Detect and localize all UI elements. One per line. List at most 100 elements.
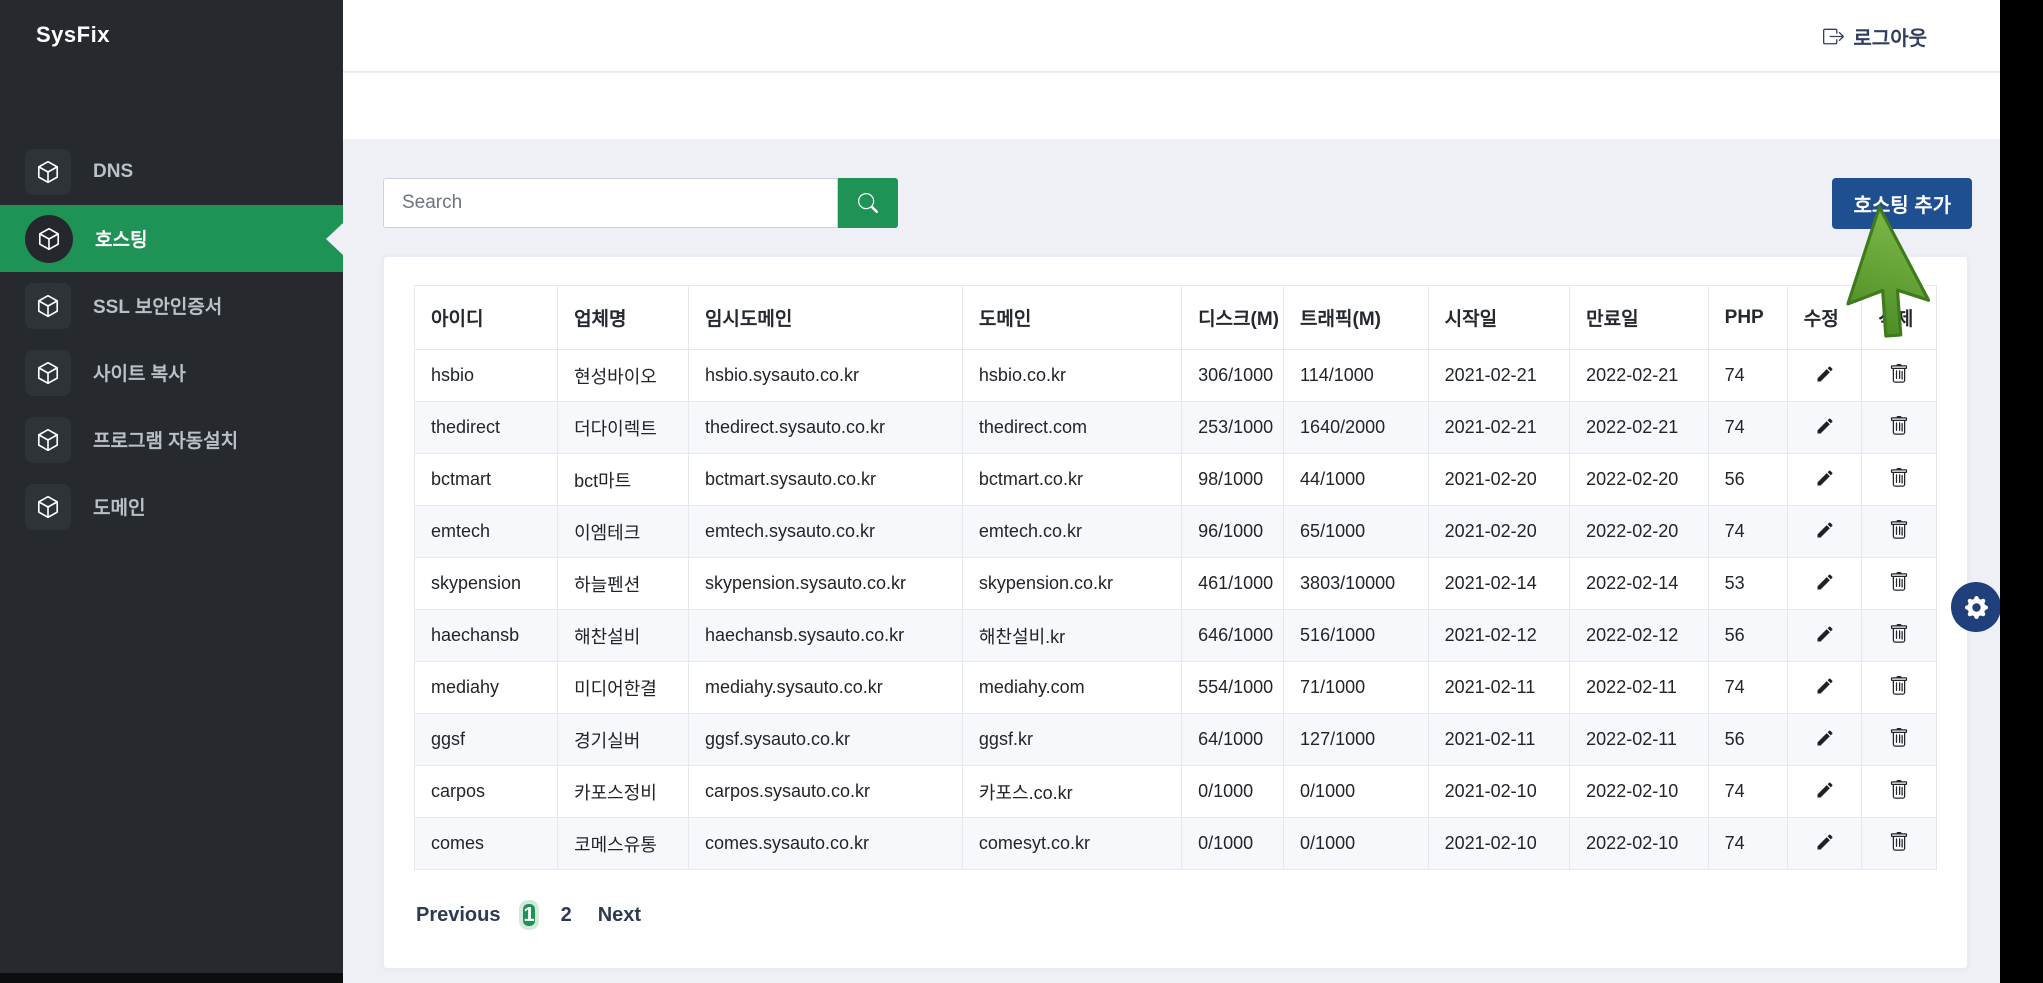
edit-button[interactable]: [1813, 830, 1837, 854]
trash-icon: [1889, 624, 1909, 644]
table-cell: mediahy.sysauto.co.kr: [688, 662, 962, 714]
delete-button[interactable]: [1887, 622, 1911, 646]
sidebar-item-domain[interactable]: 도메인: [0, 473, 343, 540]
table-cell: 해찬설비.kr: [962, 610, 1181, 662]
table-cell: 2021-02-20: [1428, 454, 1570, 506]
logout-button[interactable]: 로그아웃: [1823, 0, 1927, 72]
edit-button[interactable]: [1813, 414, 1837, 438]
table-cell: 74: [1708, 766, 1787, 818]
edit-button-cell: [1787, 818, 1862, 870]
sidebar-item-label: 사이트 복사: [93, 359, 186, 386]
settings-fab[interactable]: [1951, 582, 2001, 632]
table-cell: 306/1000: [1182, 350, 1284, 402]
delete-button[interactable]: [1887, 778, 1911, 802]
edit-button-cell: [1787, 610, 1862, 662]
sidebar-item-hosting[interactable]: 호스팅: [0, 205, 343, 272]
pagination-page-1[interactable]: 1: [523, 904, 534, 926]
sidebar-item-site-copy[interactable]: 사이트 복사: [0, 339, 343, 406]
table-cell: 더다이렉트: [558, 402, 689, 454]
delete-button-cell: [1862, 454, 1937, 506]
table-cell: ggsf.sysauto.co.kr: [688, 714, 962, 766]
sidebar-item-label: 호스팅: [95, 225, 147, 252]
table-cell: hsbio: [415, 350, 558, 402]
column-header: 만료일: [1570, 286, 1709, 350]
column-header: 시작일: [1428, 286, 1570, 350]
table-row: haechansb해찬설비haechansb.sysauto.co.kr해찬설비…: [415, 610, 1937, 662]
delete-button[interactable]: [1887, 830, 1911, 854]
table-cell: 2022-02-10: [1570, 818, 1709, 870]
table-cell: 2022-02-20: [1570, 506, 1709, 558]
trash-icon: [1889, 364, 1909, 384]
table-row: carpos카포스정비carpos.sysauto.co.kr카포스.co.kr…: [415, 766, 1937, 818]
logout-icon: [1823, 26, 1844, 47]
table-cell: 1640/2000: [1284, 402, 1429, 454]
trash-icon: [1889, 780, 1909, 800]
pencil-icon: [1815, 676, 1835, 696]
table-cell: 56: [1708, 610, 1787, 662]
delete-button[interactable]: [1887, 518, 1911, 542]
table-cell: comes: [415, 818, 558, 870]
table-cell: 2022-02-12: [1570, 610, 1709, 662]
pencil-icon: [1815, 416, 1835, 436]
table-cell: 카포스.co.kr: [962, 766, 1181, 818]
column-header: 디스크(M): [1182, 286, 1284, 350]
app-window: SysFix DNS 호스팅 SSL 보안인증서 사이트 복사 프로그램 자동설…: [0, 0, 2043, 983]
table-cell: 2022-02-11: [1570, 662, 1709, 714]
edit-button[interactable]: [1813, 362, 1837, 386]
pagination-previous[interactable]: Previous: [416, 904, 500, 927]
table-cell: 2021-02-11: [1428, 714, 1570, 766]
table-cell: 53: [1708, 558, 1787, 610]
trash-icon: [1889, 572, 1909, 592]
delete-button[interactable]: [1887, 362, 1911, 386]
sidebar: SysFix DNS 호스팅 SSL 보안인증서 사이트 복사 프로그램 자동설…: [0, 0, 343, 983]
active-item-pointer: [326, 223, 343, 255]
table-row: bctmartbct마트bctmart.sysauto.co.krbctmart…: [415, 454, 1937, 506]
search-button[interactable]: [838, 178, 898, 228]
edit-button[interactable]: [1813, 466, 1837, 490]
delete-button[interactable]: [1887, 466, 1911, 490]
add-hosting-button[interactable]: 호스팅 추가: [1832, 178, 1972, 229]
delete-button-cell: [1862, 714, 1937, 766]
table-cell: hsbio.sysauto.co.kr: [688, 350, 962, 402]
edit-button[interactable]: [1813, 518, 1837, 542]
search-icon: [858, 193, 878, 213]
pencil-icon: [1815, 364, 1835, 384]
table-cell: emtech: [415, 506, 558, 558]
table-cell: mediahy: [415, 662, 558, 714]
search-input[interactable]: [383, 178, 838, 228]
trash-icon: [1889, 468, 1909, 488]
sidebar-bottom-strip: [0, 973, 343, 983]
delete-button[interactable]: [1887, 414, 1911, 438]
pencil-icon: [1815, 520, 1835, 540]
table-cell: emtech.co.kr: [962, 506, 1181, 558]
edit-button[interactable]: [1813, 622, 1837, 646]
table-cell: 65/1000: [1284, 506, 1429, 558]
pagination-page-2[interactable]: 2: [561, 904, 572, 926]
edit-button[interactable]: [1813, 726, 1837, 750]
edit-button[interactable]: [1813, 674, 1837, 698]
delete-button[interactable]: [1887, 726, 1911, 750]
edit-button[interactable]: [1813, 778, 1837, 802]
column-header: 도메인: [962, 286, 1181, 350]
column-header: PHP: [1708, 286, 1787, 350]
sidebar-item-ssl-cert[interactable]: SSL 보안인증서: [0, 272, 343, 339]
table-cell: bctmart: [415, 454, 558, 506]
cube-icon: [25, 283, 71, 329]
table-cell: 516/1000: [1284, 610, 1429, 662]
table-cell: 96/1000: [1182, 506, 1284, 558]
pagination-next[interactable]: Next: [598, 904, 641, 927]
table-cell: 이엠테크: [558, 506, 689, 558]
edit-button-cell: [1787, 350, 1862, 402]
sidebar-item-auto-install[interactable]: 프로그램 자동설치: [0, 406, 343, 473]
table-cell: haechansb: [415, 610, 558, 662]
delete-button[interactable]: [1887, 570, 1911, 594]
trash-icon: [1889, 728, 1909, 748]
edit-button[interactable]: [1813, 570, 1837, 594]
table-cell: 0/1000: [1182, 818, 1284, 870]
delete-button[interactable]: [1887, 674, 1911, 698]
table-cell: thedirect.com: [962, 402, 1181, 454]
table-row: ggsf경기실버ggsf.sysauto.co.krggsf.kr64/1000…: [415, 714, 1937, 766]
right-edge-bar: [2000, 0, 2043, 983]
sidebar-item-dns[interactable]: DNS: [0, 138, 343, 205]
pencil-icon: [1815, 572, 1835, 592]
